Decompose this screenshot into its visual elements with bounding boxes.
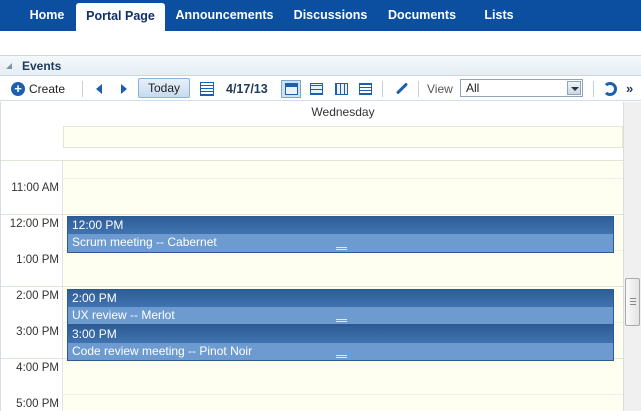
calendar-toolbar: + Create Today 4/17/13 View All » bbox=[0, 76, 641, 101]
all-day-row[interactable] bbox=[63, 126, 623, 148]
toolbar-separator bbox=[593, 81, 594, 97]
next-button[interactable] bbox=[121, 76, 127, 101]
tab-documents[interactable]: Documents bbox=[379, 0, 465, 31]
calendar-icon bbox=[200, 81, 214, 96]
top-navigation: Home Portal Page Announcements Discussio… bbox=[0, 0, 641, 31]
create-button[interactable]: + Create bbox=[11, 76, 65, 101]
pencil-icon bbox=[395, 82, 409, 95]
arrow-right-icon bbox=[121, 83, 127, 94]
collapse-triangle-icon[interactable] bbox=[6, 63, 12, 69]
time-label: 1:00 PM bbox=[16, 254, 59, 266]
current-date-label: 4/17/13 bbox=[226, 81, 268, 96]
month-view-button[interactable] bbox=[331, 80, 351, 98]
create-plus-icon: + bbox=[11, 81, 25, 96]
scrollbar-grip-icon bbox=[630, 298, 636, 305]
resize-grip-icon[interactable] bbox=[336, 319, 347, 322]
tab-home[interactable]: Home bbox=[19, 0, 75, 31]
refresh-icon bbox=[603, 81, 617, 96]
more-chevron-icon: » bbox=[626, 81, 634, 96]
view-select[interactable]: All bbox=[460, 79, 583, 97]
tab-discussions[interactable]: Discussions bbox=[286, 0, 375, 31]
event-scrum-meeting[interactable]: 12:00 PM Scrum meeting -- Cabernet bbox=[67, 216, 614, 253]
list-view-icon bbox=[359, 83, 372, 95]
toolbar-separator bbox=[82, 81, 83, 97]
day-view-button[interactable] bbox=[281, 80, 301, 98]
refresh-button[interactable] bbox=[603, 76, 617, 101]
tab-portal-page[interactable]: Portal Page bbox=[76, 3, 165, 31]
create-label: Create bbox=[29, 81, 66, 96]
chevron-down-icon[interactable] bbox=[567, 81, 581, 95]
week-view-icon bbox=[310, 83, 323, 95]
event-time: 2:00 PM bbox=[68, 290, 613, 307]
time-label: 4:00 PM bbox=[16, 362, 59, 374]
calendar-picker-button[interactable] bbox=[200, 76, 214, 101]
toolbar-separator bbox=[382, 81, 383, 97]
panel-title: Events bbox=[22, 59, 62, 73]
events-panel-header: Events bbox=[0, 55, 641, 76]
previous-button[interactable] bbox=[96, 76, 102, 101]
tab-lists[interactable]: Lists bbox=[474, 0, 524, 31]
list-view-button[interactable] bbox=[355, 80, 375, 98]
week-view-button[interactable] bbox=[306, 80, 326, 98]
resize-grip-icon[interactable] bbox=[336, 247, 347, 250]
resize-grip-icon[interactable] bbox=[336, 355, 347, 358]
more-button[interactable]: » bbox=[626, 76, 633, 101]
current-date: 4/17/13 bbox=[226, 76, 268, 101]
today-button[interactable]: Today bbox=[138, 78, 190, 98]
event-ux-review[interactable]: 2:00 PM UX review -- Merlot bbox=[67, 289, 614, 325]
event-code-review[interactable]: 3:00 PM Code review meeting -- Pinot Noi… bbox=[67, 325, 614, 361]
day-header: Wednesday bbox=[311, 105, 375, 119]
hour-line bbox=[1, 160, 623, 161]
view-label: View bbox=[427, 81, 453, 96]
toolbar-separator bbox=[418, 81, 419, 97]
day-calendar: Wednesday 11:00 AM 12:00 PM 1:00 PM 2:00… bbox=[0, 102, 641, 411]
scrollbar-thumb[interactable] bbox=[625, 278, 640, 326]
view-label-wrap: View bbox=[427, 76, 453, 101]
time-grid[interactable]: 11:00 AM 12:00 PM 1:00 PM 2:00 PM 3:00 P… bbox=[1, 160, 623, 411]
half-hour-line bbox=[63, 178, 623, 179]
time-label: 12:00 PM bbox=[9, 218, 59, 230]
view-select-value: All bbox=[466, 81, 480, 95]
hour-line bbox=[1, 286, 623, 287]
day-view-icon bbox=[285, 83, 298, 95]
month-view-icon bbox=[335, 83, 348, 95]
time-label: 5:00 PM bbox=[16, 398, 59, 410]
event-time: 12:00 PM bbox=[68, 217, 613, 234]
tab-announcements[interactable]: Announcements bbox=[168, 0, 281, 31]
time-label: 2:00 PM bbox=[16, 290, 59, 302]
edit-button[interactable] bbox=[395, 76, 409, 101]
event-time: 3:00 PM bbox=[68, 326, 613, 343]
time-label: 3:00 PM bbox=[16, 326, 59, 338]
arrow-left-icon bbox=[96, 83, 102, 94]
time-label: 11:00 AM bbox=[11, 182, 59, 194]
half-hour-line bbox=[63, 394, 623, 395]
vertical-scrollbar[interactable] bbox=[623, 102, 641, 411]
hour-line bbox=[1, 214, 623, 215]
